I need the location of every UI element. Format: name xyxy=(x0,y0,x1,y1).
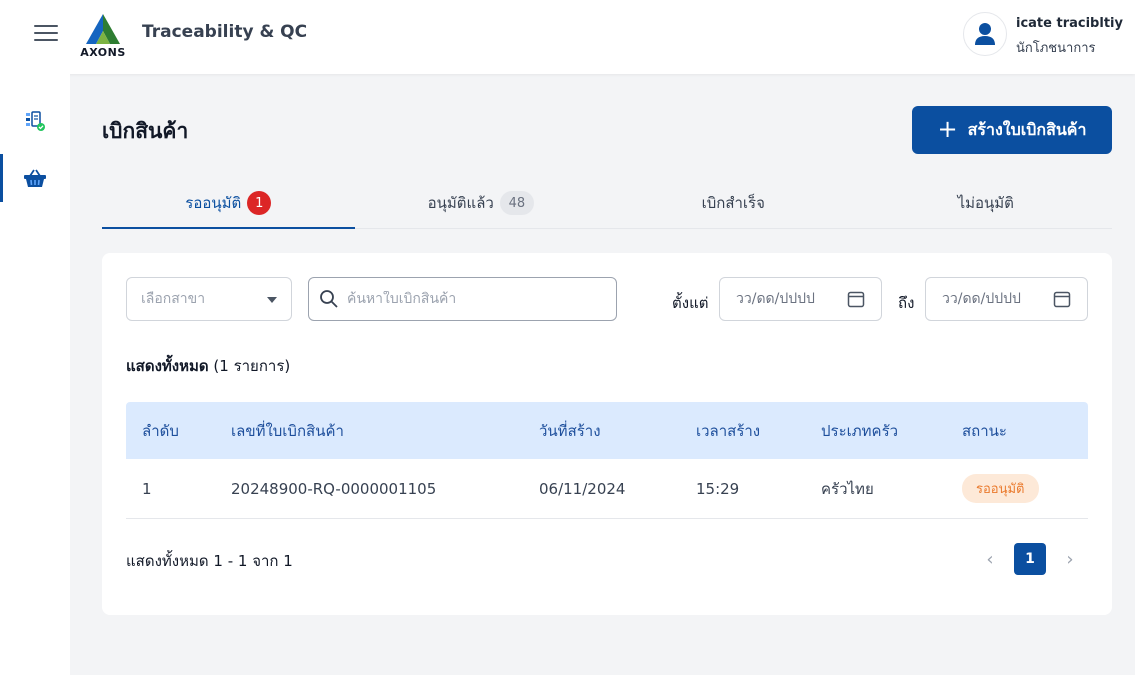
top-bar: AXONS Traceability & QC icate tracibltiy… xyxy=(0,0,1135,74)
cell-doc-no: 20248900-RQ-0000001105 xyxy=(231,479,437,498)
table-row[interactable]: 1 20248900-RQ-0000001105 06/11/2024 15:2… xyxy=(126,459,1088,519)
branch-select[interactable]: เลือกสาขา xyxy=(126,277,292,321)
basket-icon xyxy=(24,169,46,187)
chevron-left-icon[interactable]: ‹ xyxy=(982,549,998,570)
content-card: เลือกสาขา ตั้งแต่ วว/ดด/ปปปป ถึง วว/ดด/ป… xyxy=(102,253,1112,615)
date-from-label: ตั้งแต่ xyxy=(672,294,709,312)
date-from-placeholder: วว/ดด/ปปปป xyxy=(736,291,815,307)
calendar-icon xyxy=(847,291,865,308)
table-header: ลำดับ เลขที่ใบเบิกสินค้า วันที่สร้าง เวล… xyxy=(126,402,1088,459)
page-title: เบิกสินค้า xyxy=(102,119,189,143)
inventory-check-icon xyxy=(26,111,45,131)
tab-count-badge: 48 xyxy=(499,191,534,215)
chevron-down-icon xyxy=(267,297,277,303)
tab-completed[interactable]: เบิกสำเร็จ xyxy=(607,178,860,228)
tab-approved[interactable]: อนุมัติแล้ว 48 xyxy=(355,178,608,228)
cell-time: 15:29 xyxy=(696,479,740,498)
create-request-button[interactable]: + สร้างใบเบิกสินค้า xyxy=(912,106,1112,154)
axons-logo: AXONS xyxy=(78,12,128,60)
cell-kitchen: ครัวไทย xyxy=(821,479,874,498)
column-header[interactable]: เวลาสร้าง xyxy=(680,419,805,443)
pagination: ‹ 1 › xyxy=(982,543,1078,575)
cell-no: 1 xyxy=(142,479,152,498)
status-badge: รออนุมัติ xyxy=(962,474,1039,503)
logo-text: AXONS xyxy=(80,46,126,59)
search-icon xyxy=(320,290,338,308)
column-header[interactable]: ประเภทครัว xyxy=(805,419,946,443)
sidebar-item-inventory[interactable] xyxy=(0,98,70,146)
result-summary-label: แสดงทั้งหมด xyxy=(126,357,209,375)
column-header[interactable]: วันที่สร้าง xyxy=(523,419,680,443)
request-table: ลำดับ เลขที่ใบเบิกสินค้า วันที่สร้าง เวล… xyxy=(126,402,1088,519)
chevron-right-icon[interactable]: › xyxy=(1062,549,1078,570)
calendar-icon xyxy=(1053,291,1071,308)
tab-label: ไม่อนุมัติ xyxy=(957,194,1014,212)
user-icon xyxy=(975,23,995,45)
tab-count-badge: 1 xyxy=(247,191,272,215)
cell-status: รออนุมัติ xyxy=(946,474,1088,503)
result-summary-count: (1 รายการ) xyxy=(213,357,291,375)
menu-icon[interactable] xyxy=(34,25,58,43)
tab-pending[interactable]: รออนุมัติ 1 xyxy=(102,178,355,229)
tab-rejected[interactable]: ไม่อนุมัติ xyxy=(860,178,1113,228)
app-title: Traceability & QC xyxy=(142,22,308,42)
branch-select-placeholder: เลือกสาขา xyxy=(141,291,206,307)
date-to-label: ถึง xyxy=(898,294,915,312)
column-header[interactable]: สถานะ xyxy=(946,419,1088,443)
user-avatar[interactable] xyxy=(963,12,1007,56)
pagination-summary: แสดงทั้งหมด 1 - 1 จาก 1 xyxy=(126,552,293,570)
page-button[interactable]: 1 xyxy=(1014,543,1046,575)
tab-label: รออนุมัติ xyxy=(185,194,242,212)
date-to-placeholder: วว/ดด/ปปปป xyxy=(942,291,1021,307)
date-to-field[interactable]: วว/ดด/ปปปป xyxy=(925,277,1088,321)
user-name: icate tracibltiy xyxy=(1016,16,1123,31)
cell-date: 06/11/2024 xyxy=(539,479,626,498)
status-tabs: รออนุมัติ 1 อนุมัติแล้ว 48 เบิกสำเร็จ ไม… xyxy=(102,178,1112,229)
tab-label: เบิกสำเร็จ xyxy=(701,194,765,212)
plus-icon: + xyxy=(937,115,958,143)
column-header[interactable]: เลขที่ใบเบิกสินค้า xyxy=(215,419,523,443)
search-input[interactable] xyxy=(347,291,597,307)
create-request-label: สร้างใบเบิกสินค้า xyxy=(967,119,1087,139)
column-header[interactable]: ลำดับ xyxy=(126,419,215,443)
date-from-field[interactable]: วว/ดด/ปปปป xyxy=(719,277,882,321)
search-field[interactable] xyxy=(308,277,617,321)
user-role: นักโภชนาการ xyxy=(1016,41,1096,56)
axons-logo-mark xyxy=(86,14,120,44)
tab-label: อนุมัติแล้ว xyxy=(427,194,494,212)
result-summary: แสดงทั้งหมด (1 รายการ) xyxy=(126,354,290,378)
sidebar xyxy=(0,74,70,675)
sidebar-item-withdraw[interactable] xyxy=(0,154,70,202)
